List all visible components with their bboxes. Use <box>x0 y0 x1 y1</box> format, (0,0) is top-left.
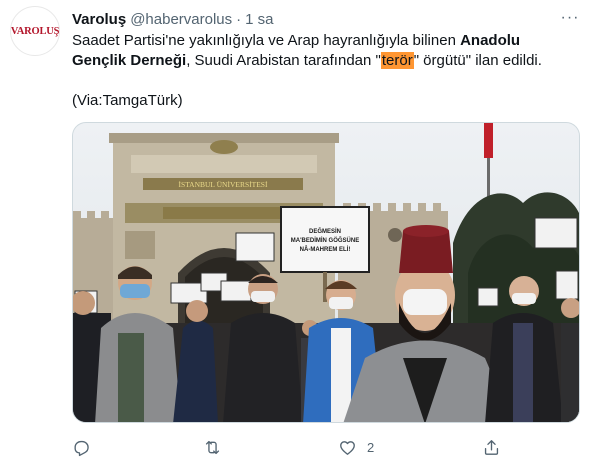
tweet-header: Varoluş @habervarolus · 1 sa <box>72 9 274 29</box>
protest-sign-line-1: DEĞMESİN <box>309 227 341 235</box>
share-button[interactable] <box>482 434 501 460</box>
separator-dot: · <box>236 10 242 28</box>
tweet[interactable]: VAROLUŞ Varoluş @habervarolus · 1 sa ···… <box>0 0 589 468</box>
tweet-actions: 2 <box>62 434 582 460</box>
tweet-text: Saadet Partisi'ne yakınlığıyla ve Arap h… <box>72 31 572 71</box>
like-button[interactable]: 2 <box>338 434 374 460</box>
reply-icon <box>74 440 89 456</box>
tweet-text-part3: " örgütü" ilan edildi. <box>413 52 542 69</box>
retweet-icon <box>205 440 220 454</box>
share-icon <box>484 439 499 455</box>
search-highlight: terör <box>380 52 414 69</box>
display-name[interactable]: Varoluş <box>72 11 126 28</box>
avatar[interactable]: VAROLUŞ <box>10 6 60 56</box>
varolus-logo: VAROLUŞ <box>10 25 60 37</box>
protest-sign-line-3: NÂ-MAHREM ELİ! <box>300 246 351 253</box>
more-icon: ··· <box>560 9 580 26</box>
tweet-source-credit: (Via:TamgaTürk) <box>72 92 183 109</box>
tweet-timestamp[interactable]: 1 sa <box>245 11 273 28</box>
heart-icon <box>340 440 355 455</box>
retweet-button[interactable] <box>203 434 222 460</box>
tweet-text-part1: Saadet Partisi'ne yakınlığıyla ve Arap h… <box>72 32 461 49</box>
gate-sign-text: İSTANBUL ÜNİVERSİTESİ <box>179 180 268 189</box>
more-options-button[interactable]: ··· <box>558 8 582 28</box>
protest-photo-illustration: İSTANBUL ÜNİVERSİTESİ DEĞMESİN MA'BEDİMİ… <box>73 123 579 422</box>
tweet-photo[interactable]: İSTANBUL ÜNİVERSİTESİ DEĞMESİN MA'BEDİMİ… <box>72 122 580 423</box>
protest-sign-line-2: MA'BEDİMİN GÖĞSÜNE <box>291 236 359 244</box>
like-count: 2 <box>367 439 375 455</box>
turkish-flag <box>484 123 493 158</box>
reply-button[interactable] <box>72 434 91 460</box>
user-handle[interactable]: @habervarolus <box>130 11 232 28</box>
tweet-text-part2: , Suudi Arabistan tarafından " <box>186 52 381 69</box>
